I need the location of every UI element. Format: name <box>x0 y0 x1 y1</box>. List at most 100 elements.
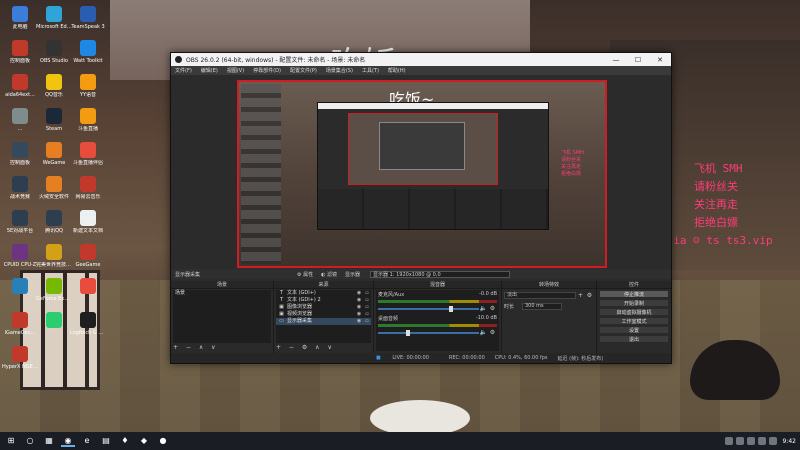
menu-docks[interactable]: 停靠部件(D) <box>253 67 281 74</box>
desktop-icon[interactable] <box>2 276 38 312</box>
scene-item[interactable]: 场景 <box>173 290 271 297</box>
desktop-icon[interactable]: 控制面板 <box>2 38 38 74</box>
tray-icon[interactable] <box>724 437 733 445</box>
obs-titlebar[interactable]: OBS 26.0.2 (64-bit, windows) - 配置文件: 未命名… <box>171 53 671 66</box>
transition-select[interactable]: 淡出 <box>504 292 576 299</box>
desktop-icon[interactable]: Watt Toolkit <box>70 38 106 74</box>
tray-icon[interactable] <box>735 437 744 445</box>
visibility-eye-icon[interactable]: ◉ <box>355 318 363 325</box>
speaker-icon[interactable]: 🔈 <box>479 329 488 336</box>
desktop-icon[interactable]: 5E对战平台 <box>2 208 38 244</box>
desktop-icon[interactable]: 斗鱼直播 <box>70 106 106 142</box>
control-button[interactable]: 工作室模式 <box>599 317 669 325</box>
desktop-icon[interactable]: ... <box>2 106 38 142</box>
tray-icon[interactable] <box>746 437 755 445</box>
lock-icon[interactable]: ▫ <box>363 290 371 297</box>
volume-slider[interactable] <box>378 305 479 312</box>
desktop-icon[interactable] <box>36 310 72 346</box>
desktop-icon[interactable]: 战术竞赛 <box>2 174 38 210</box>
search-icon[interactable]: ○ <box>23 435 37 447</box>
volume-slider-thumb[interactable] <box>448 305 453 312</box>
source-item[interactable]: T 文本 (GDI+) 2 ◉ ▫ <box>276 297 371 304</box>
desktop-icon[interactable]: CPUID CPU-Z <box>2 242 38 278</box>
desktop-icon[interactable]: 控制面板 <box>2 140 38 176</box>
desktop-icon[interactable]: 斗鱼直播伴侣 <box>70 140 106 176</box>
edge-taskbar-icon[interactable]: e <box>80 435 94 447</box>
track-settings-icon[interactable]: ⚙ <box>488 329 497 336</box>
desktop-icon[interactable]: HyperX NGENUITY <box>2 344 38 380</box>
desktop-icon[interactable] <box>70 276 106 312</box>
tray-icon[interactable] <box>757 437 766 445</box>
visibility-eye-icon[interactable]: ◉ <box>355 297 363 304</box>
sources-toolbar[interactable]: + − ⚙ ∧ ∨ <box>276 344 371 352</box>
volume-icon[interactable] <box>768 437 777 445</box>
properties-button[interactable]: ⚙ 属性 <box>297 271 313 278</box>
desktop-icon[interactable]: Microsoft Edge <box>36 4 72 40</box>
visibility-eye-icon[interactable]: ◉ <box>355 304 363 311</box>
desktop-icon[interactable]: YY语音 <box>70 72 106 108</box>
duration-input[interactable]: 300 ms <box>522 303 562 310</box>
desktop-icon[interactable]: QQ音乐 <box>36 72 72 108</box>
lock-icon[interactable]: ▫ <box>363 318 371 325</box>
control-button[interactable]: 启动虚拟摄像机 <box>599 308 669 316</box>
start-icon[interactable]: ⊞ <box>4 435 18 447</box>
desktop-icon[interactable]: WeGame <box>36 140 72 176</box>
lock-icon[interactable]: ▫ <box>363 297 371 304</box>
app-taskbar-icon[interactable]: ◆ <box>137 435 151 447</box>
menu-profile[interactable]: 配置文件(P) <box>290 67 317 74</box>
source-item[interactable]: ▣ 图像浏览器 ◉ ▫ <box>276 304 371 311</box>
track-settings-icon[interactable]: ⚙ <box>488 305 497 312</box>
desktop-icon[interactable]: GeeGame <box>70 242 106 278</box>
volume-slider[interactable] <box>378 329 479 336</box>
desktop-icon[interactable]: 网易云音乐 <box>70 174 106 210</box>
menu-view[interactable]: 视图(V) <box>227 67 244 74</box>
desktop-icon[interactable]: 腾讯QQ <box>36 208 72 244</box>
source-item[interactable]: T 文本 (GDI+) ◉ ▫ <box>276 290 371 297</box>
control-button[interactable]: 开始录制 <box>599 299 669 307</box>
preview-canvas[interactable]: 吃饭~ 飞机 SMH 请粉丝关 关注再走 拒绝白嫖 <box>237 80 607 268</box>
menu-file[interactable]: 文件(F) <box>175 67 192 74</box>
filters-button[interactable]: ◐ 滤镜 <box>321 271 337 278</box>
monitor-select[interactable]: 显示器 1: 1920x1080 @ 0,0 <box>370 270 511 278</box>
visibility-eye-icon[interactable]: ◉ <box>355 311 363 318</box>
desktop-icon[interactable]: OBS Studio <box>36 38 72 74</box>
preview-side-text: 飞机 SMH 请粉丝关 关注再走 拒绝白嫖 <box>561 150 584 178</box>
menu-tools[interactable]: 工具(T) <box>362 67 379 74</box>
close-button[interactable]: ✕ <box>649 56 671 64</box>
app-taskbar-icon[interactable]: ● <box>156 435 170 447</box>
add-transition-button[interactable]: + <box>576 292 585 299</box>
volume-slider-thumb[interactable] <box>406 329 411 336</box>
obs-taskbar-icon[interactable]: ◉ <box>61 435 75 447</box>
desktop-icon[interactable]: 此电脑 <box>2 4 38 40</box>
control-button[interactable]: 停止推流 <box>599 290 669 298</box>
desktop-icon[interactable]: 新建文本文档 <box>70 208 106 244</box>
scenes-toolbar[interactable]: + − ∧ ∨ <box>173 344 271 352</box>
menu-scene-collection[interactable]: 场景集合(S) <box>326 67 353 74</box>
menu-help[interactable]: 帮助(H) <box>388 67 406 74</box>
source-item[interactable]: ▭ 显示器采集 ◉ ▫ <box>276 318 371 325</box>
desktop-icon[interactable]: 完美世界竞技平台 <box>36 242 72 278</box>
desktop-icon-label: 斗鱼直播伴侣 <box>72 160 103 166</box>
lock-icon[interactable]: ▫ <box>363 304 371 311</box>
desktop-icon[interactable]: iGameCen... <box>2 310 38 346</box>
control-button[interactable]: 退出 <box>599 335 669 343</box>
transition-settings-icon[interactable]: ⚙ <box>585 292 594 299</box>
task-view-icon[interactable]: ▦ <box>42 435 56 447</box>
clock[interactable]: 9:42 <box>783 438 796 445</box>
speaker-icon[interactable]: 🔈 <box>479 305 488 312</box>
menu-edit[interactable]: 编辑(E) <box>201 67 218 74</box>
desktop-icon[interactable]: TeamSpeak 3 <box>70 4 106 40</box>
desktop-icon[interactable]: Logitech G HUB <box>70 310 106 346</box>
desktop-icon[interactable]: 火绒安全软件 <box>36 174 72 210</box>
desktop-icon[interactable]: aida64ext... <box>2 72 38 108</box>
desktop-icon[interactable]: Steam <box>36 106 72 142</box>
maximize-button[interactable]: ☐ <box>627 56 649 64</box>
desktop-icon[interactable]: GeForce Experience <box>36 276 72 312</box>
lock-icon[interactable]: ▫ <box>363 311 371 318</box>
visibility-eye-icon[interactable]: ◉ <box>355 290 363 297</box>
minimize-button[interactable]: — <box>605 56 627 64</box>
control-button[interactable]: 设置 <box>599 326 669 334</box>
app-taskbar-icon[interactable]: ♦ <box>118 435 132 447</box>
source-item[interactable]: ▣ 视频浏览器 ◉ ▫ <box>276 311 371 318</box>
explorer-taskbar-icon[interactable]: ▤ <box>99 435 113 447</box>
